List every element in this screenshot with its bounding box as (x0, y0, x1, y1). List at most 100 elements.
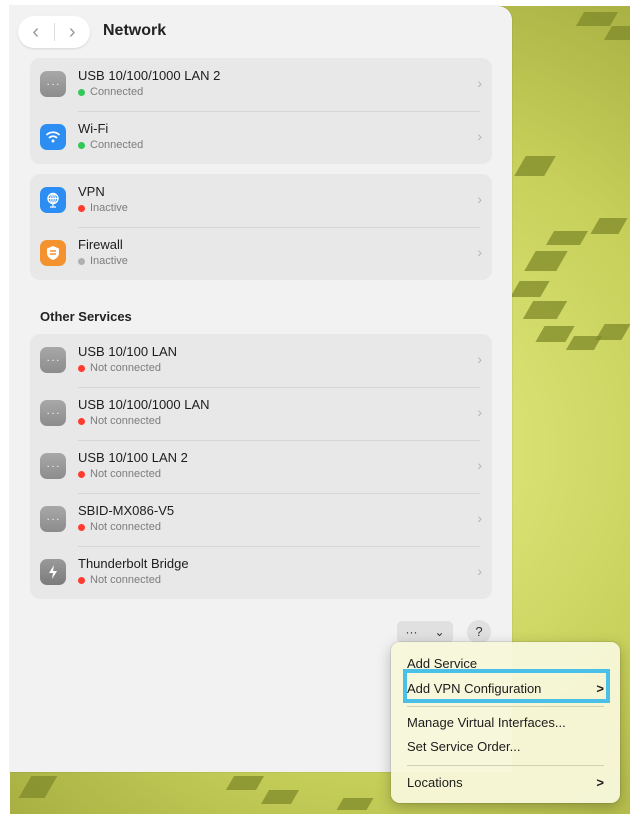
more-icon: ··· (405, 625, 418, 639)
service-row-usb-lan[interactable]: ‹···› USB 10/100 LAN Not connected › (30, 334, 492, 387)
chevron-right-icon: › (477, 563, 482, 579)
service-name: Wi-Fi (78, 121, 109, 136)
service-status: Not connected (78, 362, 161, 374)
status-text: Not connected (90, 362, 161, 374)
service-status: Connected (78, 139, 143, 151)
chevron-right-icon: > (596, 775, 604, 790)
service-name: USB 10/100 LAN 2 (78, 450, 188, 465)
status-text: Not connected (90, 415, 161, 427)
service-row-usb-lan-2b[interactable]: ‹···› USB 10/100 LAN 2 Not connected › (30, 440, 492, 493)
service-name: SBID-MX086-V5 (78, 503, 175, 518)
chevron-right-icon: › (477, 457, 482, 473)
service-name: Firewall (78, 237, 123, 252)
chevron-down-icon: ⌄ (434, 625, 445, 639)
status-dot (78, 88, 85, 96)
status-dot (78, 141, 85, 149)
svg-text:‹···›: ‹···› (45, 462, 61, 471)
chevron-right-icon: › (477, 75, 482, 91)
menu-item-label: Set Service Order... (407, 739, 521, 754)
wallpaper-tile (260, 790, 300, 804)
wallpaper-tile (535, 326, 575, 342)
service-row-usb-lan-2[interactable]: ‹···› USB 10/100/1000 LAN 2 Connected › (30, 58, 492, 111)
wallpaper-tile (575, 12, 619, 26)
other-services-heading: Other Services (40, 309, 132, 324)
service-row-thunderbolt[interactable]: Thunderbolt Bridge Not connected › (30, 546, 492, 599)
wallpaper-tile (522, 301, 568, 319)
other-services-group: ‹···› USB 10/100 LAN Not connected › ‹··… (30, 334, 492, 599)
wifi-icon (40, 124, 66, 150)
chevron-right-icon: › (477, 191, 482, 207)
service-row-firewall[interactable]: Firewall Inactive › (30, 227, 492, 280)
status-text: Inactive (90, 255, 128, 267)
firewall-icon (40, 240, 66, 266)
service-name: USB 10/100/1000 LAN 2 (78, 68, 221, 83)
wallpaper-tile (514, 156, 556, 176)
status-dot (78, 364, 85, 372)
ethernet-icon: ‹···› (40, 453, 66, 479)
service-name: USB 10/100 LAN (78, 344, 178, 359)
service-status: Not connected (78, 521, 161, 533)
wallpaper-tile (590, 218, 628, 234)
secondary-services-group: VPN Inactive › Firewall Inactive › (30, 174, 492, 280)
status-text: Connected (90, 86, 144, 98)
help-button[interactable]: ? (467, 620, 491, 644)
service-row-wifi[interactable]: Wi-Fi Connected › (30, 111, 492, 164)
service-row-vpn[interactable]: VPN Inactive › (30, 174, 492, 227)
wallpaper-tile (524, 251, 568, 271)
menu-item-label: Manage Virtual Interfaces... (407, 715, 566, 730)
status-text: Inactive (90, 202, 128, 214)
service-name: USB 10/100/1000 LAN (78, 397, 210, 412)
chevron-right-icon: › (477, 128, 482, 144)
wallpaper-tile (225, 776, 265, 790)
page-title: Network (103, 22, 167, 39)
navigation-controls: ‹ › (18, 16, 90, 48)
menu-item-manage-virtual-interfaces[interactable]: Manage Virtual Interfaces... (397, 712, 614, 734)
status-dot (78, 576, 85, 584)
status-text: Not connected (90, 468, 161, 480)
status-text: Not connected (90, 574, 161, 586)
status-dot (78, 417, 85, 425)
menu-item-locations[interactable]: Locations > (397, 772, 614, 794)
menu-separator (407, 706, 604, 707)
chevron-right-icon: › (477, 510, 482, 526)
ethernet-icon: ‹···› (40, 400, 66, 426)
ethernet-icon: ‹···› (40, 506, 66, 532)
highlight-box (403, 669, 610, 703)
service-status: Not connected (78, 415, 161, 427)
service-name: VPN (78, 184, 105, 199)
wallpaper-tile (336, 798, 374, 810)
primary-services-group: ‹···› USB 10/100/1000 LAN 2 Connected › … (30, 58, 492, 164)
ethernet-icon: ‹···› (40, 71, 66, 97)
wallpaper-tile (510, 281, 550, 297)
chevron-right-icon: › (477, 404, 482, 420)
actions-context-menu: Add Service Add VPN Configuration > Mana… (391, 642, 620, 803)
status-dot (78, 470, 85, 478)
actions-menu-button[interactable]: ··· ⌄ (397, 621, 453, 643)
service-row-usb-1000-lan[interactable]: ‹···› USB 10/100/1000 LAN Not connected … (30, 387, 492, 440)
svg-text:‹···›: ‹···› (45, 356, 61, 365)
service-name: Thunderbolt Bridge (78, 556, 189, 571)
menu-separator (407, 765, 604, 766)
status-dot (78, 204, 85, 212)
chevron-right-icon: › (477, 244, 482, 260)
status-dot (78, 523, 85, 531)
status-dot (78, 257, 85, 265)
service-status: Inactive (78, 255, 128, 267)
status-text: Connected (90, 139, 144, 151)
wallpaper-tile (603, 26, 630, 40)
ethernet-icon: ‹···› (40, 347, 66, 373)
vpn-icon (40, 187, 66, 213)
service-status: Inactive (78, 202, 128, 214)
back-button[interactable]: ‹ (18, 16, 54, 48)
service-row-sbid[interactable]: ‹···› SBID-MX086-V5 Not connected › (30, 493, 492, 546)
menu-item-set-service-order[interactable]: Set Service Order... (397, 736, 614, 758)
menu-item-label: Locations (407, 775, 463, 790)
service-status: Not connected (78, 574, 161, 586)
wallpaper-tile (595, 324, 630, 340)
status-text: Not connected (90, 521, 161, 533)
toolbar: ‹ › Network (10, 6, 512, 60)
forward-button[interactable]: › (54, 16, 90, 48)
service-status: Not connected (78, 468, 161, 480)
wallpaper-tile (545, 231, 589, 245)
chevron-right-icon: › (477, 351, 482, 367)
